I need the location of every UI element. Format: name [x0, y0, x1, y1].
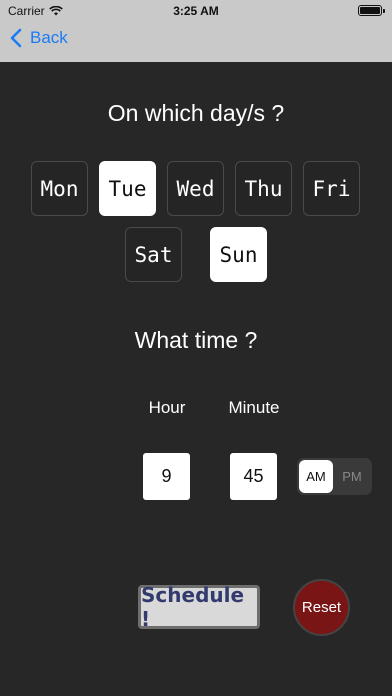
hour-field[interactable]: 9 — [143, 453, 190, 500]
day-button-thu[interactable]: Thu — [235, 161, 292, 216]
day-button-tue[interactable]: Tue — [99, 161, 156, 216]
am-pm-toggle[interactable]: AM PM — [297, 458, 372, 495]
status-bar: Carrier 3:25 AM — [0, 3, 392, 19]
time-heading: What time ? — [134, 327, 258, 353]
back-label: Back — [30, 28, 68, 47]
battery-icon — [358, 5, 385, 16]
day-button-wed[interactable]: Wed — [167, 161, 224, 216]
hour-label: Hour — [148, 398, 186, 417]
day-button-sun[interactable]: Sun — [210, 227, 267, 282]
reset-button[interactable]: Reset — [293, 579, 350, 636]
schedule-button[interactable]: Schedule ! — [138, 583, 260, 631]
days-heading: On which day/s ? — [107, 100, 285, 126]
chevron-left-icon — [10, 28, 22, 48]
day-button-mon[interactable]: Mon — [31, 161, 88, 216]
pm-option[interactable]: PM — [335, 460, 369, 493]
back-button[interactable]: Back — [10, 28, 68, 48]
minute-label: Minute — [228, 398, 280, 417]
minute-field[interactable]: 45 — [230, 453, 277, 500]
day-button-fri[interactable]: Fri — [303, 161, 360, 216]
am-option[interactable]: AM — [299, 460, 333, 493]
status-time: 3:25 AM — [173, 4, 219, 18]
day-button-sat[interactable]: Sat — [125, 227, 182, 282]
navigation-bar: Carrier 3:25 AM Back — [0, 0, 392, 62]
